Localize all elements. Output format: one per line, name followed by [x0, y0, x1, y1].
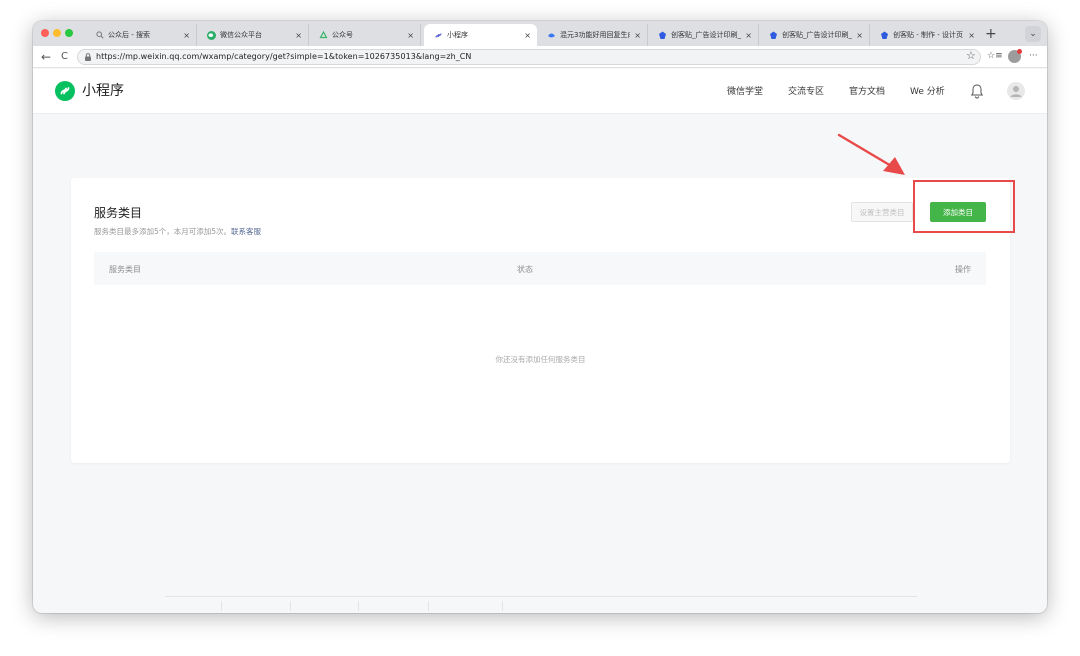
- search-icon: [95, 31, 104, 40]
- footer-separator: [221, 601, 222, 611]
- footer-separator: [502, 601, 503, 611]
- lock-icon: [85, 53, 91, 61]
- user-avatar-icon[interactable]: [1007, 82, 1025, 100]
- column-header-actions: 操作: [955, 265, 971, 274]
- hunyuan-icon: [547, 31, 556, 40]
- chuangkit-icon: [658, 31, 667, 40]
- column-header-status: 状态: [517, 265, 533, 274]
- service-category-card: 服务类目 服务类目最多添加5个，本月可添加5次。联系客服 设置主营类目 添加类目…: [71, 178, 1010, 463]
- tab-chuangkit-2[interactable]: 创客贴_广告设计印刷_图 ×: [759, 24, 870, 46]
- footer-separator: [428, 601, 429, 611]
- url-text: https://mp.weixin.qq.com/wxamp/category/…: [96, 52, 472, 61]
- close-tab-icon[interactable]: ×: [407, 31, 414, 40]
- close-tab-icon[interactable]: ×: [295, 31, 302, 40]
- profile-avatar[interactable]: [1008, 49, 1022, 63]
- browser-toolbar: ← C https://mp.weixin.qq.com/wxamp/categ…: [33, 46, 1047, 68]
- more-menu-icon[interactable]: ···: [1029, 48, 1038, 64]
- miniprogram-icon: [434, 31, 443, 40]
- back-button[interactable]: ←: [41, 49, 51, 65]
- minimize-window-button[interactable]: [53, 29, 61, 37]
- tab-menu-button[interactable]: ⌄: [1025, 26, 1041, 42]
- footer-divider: [165, 596, 917, 597]
- tab-mini-program[interactable]: 小程序 ×: [424, 24, 537, 46]
- contact-support-link[interactable]: 联系客服: [231, 227, 261, 236]
- tab-search[interactable]: 公众后 - 搜索 ×: [85, 24, 197, 46]
- nav-link-wechat-academy[interactable]: 微信学堂: [727, 86, 763, 98]
- category-limit-text: 服务类目最多添加5个，本月可添加5次。: [94, 227, 232, 236]
- tab-chuangkit-1[interactable]: 创客贴_广告设计印刷_图 ×: [648, 24, 759, 46]
- close-tab-icon[interactable]: ×: [634, 31, 641, 40]
- set-main-category-button[interactable]: 设置主营类目: [851, 202, 913, 222]
- reading-list-icon[interactable]: ☆≡: [987, 48, 1003, 64]
- browser-window: 公众后 - 搜索 × 微信公众平台 × 公众号 × 小程序 × 混元3功能好用回…: [33, 21, 1047, 613]
- new-tab-button[interactable]: +: [985, 24, 997, 44]
- nav-link-we-analysis[interactable]: We 分析: [910, 86, 945, 98]
- miniprogram-logo-icon[interactable]: [55, 81, 75, 101]
- zoom-window-button[interactable]: [65, 29, 73, 37]
- page-title: 服务类目: [94, 206, 143, 220]
- address-bar[interactable]: https://mp.weixin.qq.com/wxamp/category/…: [77, 49, 981, 65]
- empty-state-text: 你还没有添加任何服务类目: [495, 355, 586, 364]
- nav-link-docs[interactable]: 官方文档: [849, 86, 885, 98]
- footer-separator: [290, 601, 291, 611]
- wechat-icon: [207, 30, 216, 40]
- app-header: 小程序 微信学堂 交流专区 官方文档 We 分析: [33, 69, 1047, 114]
- tab-hunyuan[interactable]: 混元3功能好用回复生成 ×: [537, 24, 648, 46]
- column-header-category: 服务类目: [109, 265, 141, 274]
- brand-title[interactable]: 小程序: [82, 81, 124, 101]
- bell-icon[interactable]: [970, 83, 984, 99]
- nav-link-community[interactable]: 交流专区: [788, 86, 824, 98]
- tab-chuangkit-3[interactable]: 创客贴 - 制作 - 设计页 ×: [870, 24, 981, 46]
- annotation-highlight-box: [913, 180, 1015, 233]
- close-tab-icon[interactable]: ×: [968, 31, 975, 40]
- tab-bar: 公众后 - 搜索 × 微信公众平台 × 公众号 × 小程序 × 混元3功能好用回…: [33, 21, 1047, 46]
- chuangkit-icon: [880, 31, 889, 40]
- close-tab-icon[interactable]: ×: [856, 31, 863, 40]
- tab-official-account[interactable]: 公众号 ×: [309, 24, 421, 46]
- chuangkit-icon: [769, 31, 778, 40]
- annotation-arrow-icon: [837, 133, 905, 175]
- close-window-button[interactable]: [41, 29, 49, 37]
- footer-separator: [358, 601, 359, 611]
- table-header: 服务类目 状态 操作: [94, 252, 986, 285]
- category-limit-note: 服务类目最多添加5个，本月可添加5次。联系客服: [94, 226, 261, 237]
- close-tab-icon[interactable]: ×: [183, 31, 190, 40]
- reload-button[interactable]: C: [61, 49, 68, 65]
- recycle-icon: [319, 30, 328, 40]
- close-tab-icon[interactable]: ×: [524, 31, 531, 40]
- close-tab-icon[interactable]: ×: [745, 31, 752, 40]
- tab-wechat-platform[interactable]: 微信公众平台 ×: [197, 24, 309, 46]
- bookmark-star-icon[interactable]: ☆: [966, 48, 976, 64]
